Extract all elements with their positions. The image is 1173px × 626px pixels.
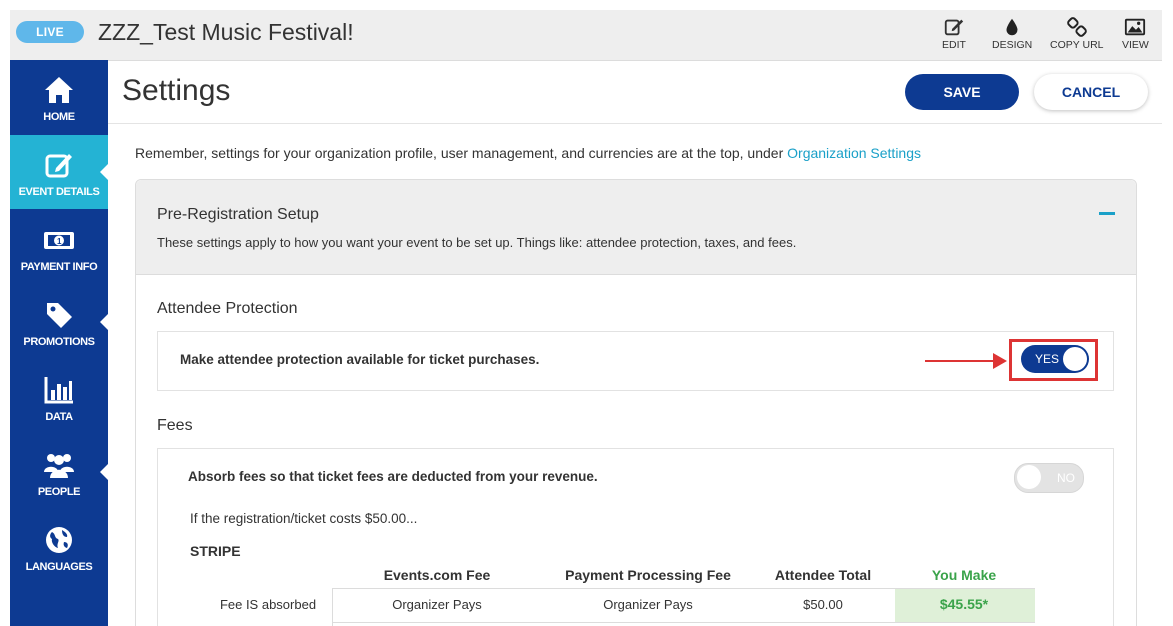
cancel-button[interactable]: CANCEL <box>1034 74 1148 110</box>
sidebar-item-data[interactable]: DATA <box>10 360 108 434</box>
sidebar-item-event-details[interactable]: EVENT DETAILS <box>10 135 109 209</box>
globe-icon <box>46 527 72 553</box>
view-tool-label: VIEW <box>1122 39 1149 51</box>
fees-panel: Absorb fees so that ticket fees are dedu… <box>157 448 1114 626</box>
event-title: ZZZ_Test Music Festival! <box>98 19 354 45</box>
table-header-events-fee: Events.com Fee <box>383 567 491 583</box>
sidebar-item-languages[interactable]: LANGUAGES <box>10 510 108 584</box>
table-header-attendee-total: Attendee Total <box>774 567 872 583</box>
row-divider <box>333 622 1035 623</box>
annotation-highlight-box <box>1009 339 1098 381</box>
fees-label: Fees <box>157 417 193 434</box>
design-tool-label: DESIGN <box>992 39 1033 51</box>
section-header[interactable]: Pre-Registration Setup These settings ap… <box>136 180 1136 275</box>
section-description: These settings apply to how you want you… <box>157 235 797 250</box>
sidebar-item-label: EVENT DETAILS <box>18 186 100 198</box>
page-title: Settings <box>122 74 231 107</box>
table-header-processing-fee: Payment Processing Fee <box>565 567 731 583</box>
header-divider <box>108 123 1162 124</box>
sidebar-item-label: DATA <box>45 411 73 423</box>
sidebar-item-label: PEOPLE <box>37 486 81 498</box>
notice-text: Remember, settings for your organization… <box>135 145 788 161</box>
processor-name: STRIPE <box>190 543 241 559</box>
promotions-notch <box>100 313 109 331</box>
absorb-fees-toggle[interactable]: NO <box>1014 463 1084 493</box>
annotation-arrow-head <box>993 353 1007 369</box>
collapse-icon[interactable] <box>1099 212 1115 215</box>
sidebar-item-payment-info[interactable]: 1 PAYMENT INFO <box>10 210 108 284</box>
edit-icon <box>944 19 964 36</box>
attendee-protection-text: Make attendee protection available for t… <box>180 352 540 367</box>
app-frame: LIVE ZZZ_Test Music Festival! EDIT DESIG… <box>10 10 1162 626</box>
section-title: Pre-Registration Setup <box>157 206 319 223</box>
table-cell-attendee-total: $50.00 <box>803 597 843 612</box>
edit-icon <box>45 154 72 178</box>
sidebar-nav: HOME EVENT DETAILS 1 PAYMENT INFO PROMOT… <box>10 60 109 626</box>
people-icon <box>44 454 74 478</box>
design-tool-button[interactable]: DESIGN <box>992 16 1032 51</box>
absorb-fees-text: Absorb fees so that ticket fees are dedu… <box>188 469 598 484</box>
copy-url-tool-button[interactable]: COPY URL <box>1050 16 1104 51</box>
sidebar-item-label: PAYMENT INFO <box>20 261 98 273</box>
money-icon: 1 <box>44 232 74 249</box>
people-notch <box>100 463 109 481</box>
droplet-icon <box>1006 18 1018 36</box>
table-row-label: Fee IS absorbed <box>219 597 317 612</box>
edit-tool-label: EDIT <box>942 39 966 51</box>
bar-chart-icon <box>44 377 73 404</box>
sidebar-item-label: PROMOTIONS <box>23 336 95 348</box>
fee-example-text: If the registration/ticket costs $50.00.… <box>190 511 418 526</box>
sidebar-item-home[interactable]: HOME <box>10 60 108 134</box>
attendee-protection-label: Attendee Protection <box>157 300 298 317</box>
tag-icon <box>47 303 72 328</box>
edit-tool-button[interactable]: EDIT <box>942 16 966 51</box>
image-icon <box>1125 18 1146 36</box>
copy-url-tool-label: COPY URL <box>1050 39 1104 51</box>
annotation-arrow <box>925 360 995 362</box>
table-header-you-make: You Make <box>931 567 997 583</box>
sidebar-item-label: HOME <box>43 111 75 123</box>
save-button[interactable]: SAVE <box>905 74 1019 110</box>
organization-settings-notice: Remember, settings for your organization… <box>135 145 921 161</box>
toggle-label: NO <box>1057 471 1075 485</box>
view-tool-button[interactable]: VIEW <box>1122 16 1149 51</box>
table-cell-you-make: $45.55* <box>939 596 989 612</box>
sidebar-item-people[interactable]: PEOPLE <box>10 435 109 509</box>
top-bar: LIVE ZZZ_Test Music Festival! EDIT DESIG… <box>10 10 1162 61</box>
toggle-knob <box>1017 465 1041 489</box>
table-cell-processing-fee: Organizer Pays <box>603 597 693 612</box>
organization-settings-link[interactable]: Organization Settings <box>787 145 921 161</box>
pre-registration-section: Pre-Registration Setup These settings ap… <box>135 179 1137 626</box>
sidebar-item-promotions[interactable]: PROMOTIONS <box>10 285 109 359</box>
table-cell-events-fee: Organizer Pays <box>392 597 482 612</box>
sidebar-item-label: LANGUAGES <box>25 561 93 573</box>
home-icon <box>45 77 73 103</box>
live-status-badge: LIVE <box>16 21 84 43</box>
link-icon <box>1066 17 1087 37</box>
active-indicator <box>100 163 109 181</box>
